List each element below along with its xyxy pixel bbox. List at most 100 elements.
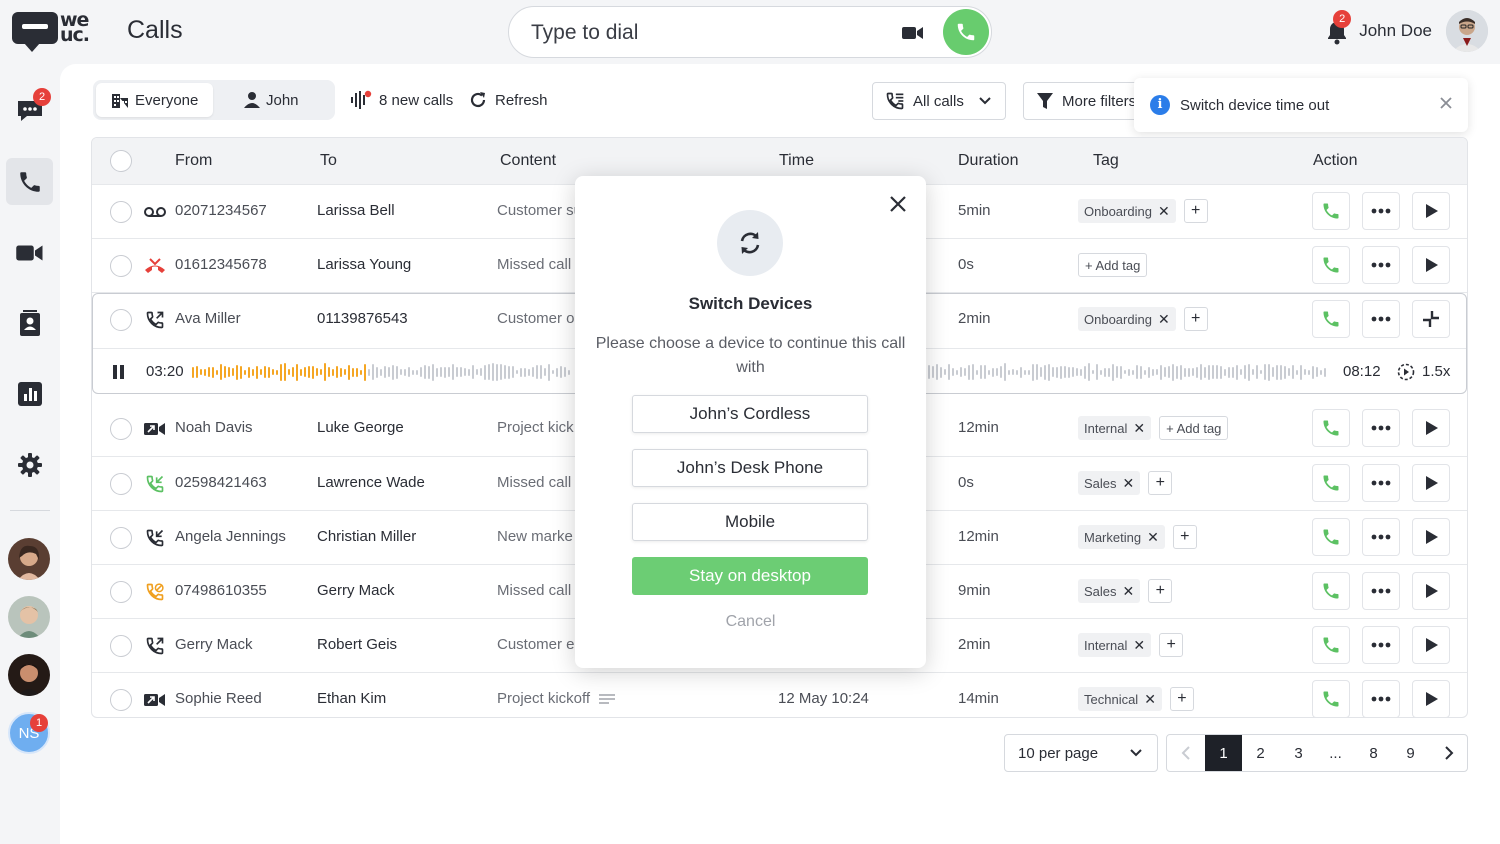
select-all-checkbox[interactable] — [110, 150, 132, 172]
contact-avatar-1[interactable] — [8, 538, 50, 580]
tag-chip[interactable]: Internal ✕ — [1078, 416, 1152, 440]
row-checkbox[interactable] — [110, 581, 132, 603]
sidebar-item-chat[interactable]: 2 — [6, 86, 53, 133]
device-mobile-button[interactable]: Mobile — [632, 503, 868, 541]
notification-bell[interactable]: 2 — [1325, 10, 1352, 46]
add-tag-icon[interactable]: + — [1159, 633, 1184, 657]
call-type-dropdown[interactable]: All calls — [872, 82, 1006, 120]
add-tag-icon[interactable]: + — [1172, 525, 1197, 549]
header-duration[interactable]: Duration — [958, 152, 1018, 170]
more-options-button[interactable] — [1362, 246, 1400, 284]
add-tag-button[interactable]: + Add tag — [1078, 253, 1148, 277]
sidebar-item-video[interactable] — [6, 229, 53, 276]
row-checkbox[interactable] — [110, 635, 132, 657]
row-checkbox[interactable] — [110, 201, 132, 223]
tag-remove-icon[interactable]: ✕ — [1158, 311, 1170, 328]
sidebar-item-reports[interactable] — [6, 370, 53, 417]
video-call-icon[interactable] — [901, 21, 925, 45]
more-options-button[interactable] — [1362, 300, 1400, 338]
page-button[interactable]: 2 — [1242, 735, 1279, 771]
refresh-button[interactable]: Refresh — [468, 80, 548, 120]
header-from[interactable]: From — [175, 152, 212, 170]
tag-remove-icon[interactable]: ✕ — [1144, 691, 1156, 708]
app-logo[interactable]: we uc. — [12, 11, 106, 52]
header-content[interactable]: Content — [500, 152, 556, 170]
next-page-button[interactable] — [1430, 735, 1467, 771]
waveform-remaining[interactable] — [928, 363, 1328, 381]
scope-everyone-button[interactable]: Everyone — [96, 83, 213, 117]
tag-remove-icon[interactable]: ✕ — [1133, 637, 1145, 654]
call-back-button[interactable] — [1312, 246, 1350, 284]
row-checkbox[interactable] — [110, 689, 132, 711]
waveform-played[interactable] — [192, 363, 572, 381]
play-recording-button[interactable] — [1412, 680, 1450, 717]
add-tag-icon[interactable]: + — [1183, 199, 1208, 223]
contact-avatar-3[interactable] — [8, 654, 50, 696]
call-back-button[interactable] — [1312, 572, 1350, 610]
sidebar-item-calls[interactable] — [6, 158, 53, 205]
new-calls-indicator[interactable]: 8 new calls — [350, 80, 453, 120]
add-tag-icon[interactable]: + — [1148, 471, 1173, 495]
play-recording-button[interactable] — [1412, 464, 1450, 502]
sidebar-item-settings[interactable] — [6, 441, 53, 488]
call-back-button[interactable] — [1312, 680, 1350, 717]
stay-on-desktop-button[interactable]: Stay on desktop — [632, 557, 868, 595]
more-options-button[interactable] — [1362, 409, 1400, 447]
playback-speed-icon[interactable] — [1397, 363, 1415, 381]
more-options-button[interactable] — [1362, 626, 1400, 664]
header-time[interactable]: Time — [779, 152, 814, 170]
page-button[interactable]: 1 — [1205, 735, 1242, 771]
page-button[interactable]: 9 — [1392, 735, 1429, 771]
tag-chip[interactable]: Sales ✕ — [1078, 579, 1141, 603]
pause-icon[interactable] — [112, 364, 126, 380]
toast-close-icon[interactable] — [1438, 95, 1454, 111]
more-options-button[interactable] — [1362, 192, 1400, 230]
play-recording-button[interactable] — [1412, 246, 1450, 284]
contact-avatar-2[interactable] — [8, 596, 50, 638]
dial-call-button[interactable] — [943, 9, 989, 55]
tag-chip[interactable]: Onboarding ✕ — [1078, 307, 1176, 331]
modal-close-icon[interactable] — [888, 194, 908, 214]
user-avatar[interactable] — [1446, 10, 1488, 52]
prev-page-button[interactable] — [1167, 735, 1204, 771]
tag-chip[interactable]: Internal ✕ — [1078, 633, 1152, 657]
row-checkbox[interactable] — [110, 418, 132, 440]
call-back-button[interactable] — [1312, 300, 1350, 338]
play-recording-button[interactable] — [1412, 409, 1450, 447]
header-to[interactable]: To — [320, 152, 337, 170]
row-checkbox[interactable] — [110, 309, 132, 331]
tag-chip[interactable]: Onboarding ✕ — [1078, 199, 1176, 223]
device-cordless-button[interactable]: John’s Cordless — [632, 395, 868, 433]
tag-chip[interactable]: Marketing ✕ — [1078, 525, 1165, 549]
tag-chip[interactable]: Sales ✕ — [1078, 471, 1141, 495]
tag-remove-icon[interactable]: ✕ — [1158, 203, 1170, 220]
add-tag-button[interactable]: + Add tag — [1159, 416, 1229, 440]
dial-input[interactable] — [531, 19, 871, 47]
play-recording-button[interactable] — [1412, 572, 1450, 610]
collapse-player-button[interactable] — [1412, 300, 1450, 338]
tag-remove-icon[interactable]: ✕ — [1147, 529, 1159, 546]
row-checkbox[interactable] — [110, 255, 132, 277]
per-page-select[interactable]: 10 per page — [1004, 734, 1158, 772]
row-checkbox[interactable] — [110, 527, 132, 549]
sidebar-item-contacts[interactable] — [6, 300, 53, 347]
add-tag-icon[interactable]: + — [1148, 579, 1173, 603]
table-row[interactable]: Sophie Reed Ethan Kim Project kickoff 12… — [92, 672, 1467, 717]
notes-icon[interactable] — [599, 694, 615, 706]
more-options-button[interactable] — [1362, 572, 1400, 610]
more-options-button[interactable] — [1362, 518, 1400, 556]
play-recording-button[interactable] — [1412, 626, 1450, 664]
add-tag-icon[interactable]: + — [1169, 687, 1194, 711]
call-back-button[interactable] — [1312, 192, 1350, 230]
more-options-button[interactable] — [1362, 464, 1400, 502]
more-options-button[interactable] — [1362, 680, 1400, 717]
row-checkbox[interactable] — [110, 473, 132, 495]
call-back-button[interactable] — [1312, 409, 1350, 447]
more-filters-button[interactable]: More filters — [1023, 82, 1143, 120]
header-tag[interactable]: Tag — [1093, 152, 1119, 170]
call-back-button[interactable] — [1312, 464, 1350, 502]
call-back-button[interactable] — [1312, 626, 1350, 664]
tag-chip[interactable]: Technical ✕ — [1078, 687, 1162, 711]
page-button[interactable]: 8 — [1355, 735, 1392, 771]
user-menu[interactable]: 2 John Doe — [1325, 10, 1488, 52]
